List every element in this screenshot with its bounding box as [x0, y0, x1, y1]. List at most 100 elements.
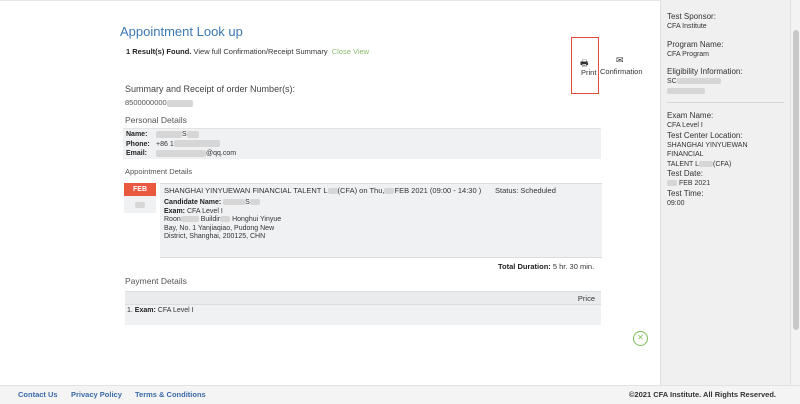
date-row: FEB 2021 — [667, 179, 784, 189]
scrollbar[interactable] — [790, 0, 800, 385]
contact-us-link[interactable]: Contact Us — [18, 390, 58, 399]
exam-row: Exam: CFA Level I — [164, 208, 598, 217]
eligibility-row: SC — [667, 77, 784, 87]
payment-table-header: Price — [125, 291, 601, 304]
close-circle-icon[interactable]: ✕ — [633, 331, 648, 346]
status-badge: Status: Scheduled — [495, 186, 556, 195]
payment-row-value: CFA Level I — [157, 307, 194, 314]
appointment-summary-strip: SHANGHAI YINYUEWAN FINANCIAL TALENT L (CF… — [160, 183, 602, 196]
sponsor-label: Test Sponsor: — [667, 12, 716, 21]
redacted-block — [223, 199, 246, 206]
date-value: FEB 2021 — [678, 180, 711, 187]
date-day — [124, 196, 156, 213]
date-badge: FEB — [124, 183, 156, 213]
address-1c: Honghui Yinyue — [232, 216, 282, 223]
footer: Contact Us Privacy Policy Terms & Condit… — [0, 385, 800, 404]
redacted-block — [166, 99, 193, 107]
email-label: Email: — [126, 150, 148, 157]
confirmation-button[interactable]: Confirmation — [600, 67, 643, 76]
exam-name-value: CFA Level I — [667, 122, 703, 129]
eligibility-extra — [667, 87, 784, 97]
candidate-label: Candidate Name: — [164, 199, 222, 206]
redacted-block — [180, 216, 199, 223]
payment-row-prefix: 1. — [127, 307, 133, 314]
redacted-block — [676, 78, 721, 85]
order-number: 8500000000 — [125, 98, 193, 107]
total-duration-value: 5 hr. 30 min. — [552, 262, 595, 271]
close-view-link[interactable]: Close View — [332, 47, 369, 56]
redacted-block — [249, 199, 260, 206]
address-line-2: Bay, No. 1 Yanjiaqiao, Pudong New — [164, 224, 275, 232]
address-1b: Buildir — [200, 216, 221, 223]
program-label: Program Name: — [667, 39, 724, 49]
privacy-policy-link[interactable]: Privacy Policy — [71, 390, 122, 399]
print-label: Print — [581, 68, 597, 77]
center-value-2a: TALENT L — [667, 160, 700, 168]
personal-details-box: Name: S Phone: +86 1 Email: @qq.com — [123, 128, 601, 159]
appointment-details-box: Candidate Name: S Exam: CFA Level I Roon… — [160, 196, 602, 258]
print-button[interactable]: 🖶 Print — [571, 37, 599, 94]
eligibility-label: Eligibility Information: — [667, 67, 743, 76]
email-value: @qq.com — [206, 150, 237, 157]
appointment-details-heading: Appointment Details — [125, 167, 193, 176]
redacted-block — [667, 180, 677, 187]
date-label: Test Date: — [667, 169, 704, 178]
exam-name-label: Exam Name: — [667, 111, 714, 120]
summary-heading: Summary and Receipt of order Number(s): — [125, 84, 296, 94]
redacted-block — [220, 216, 231, 223]
redacted-block — [156, 149, 206, 157]
center-value-2: TALENT L (CFA) — [667, 160, 784, 170]
redacted-block — [384, 188, 395, 195]
center-value-2b: (CFA) — [713, 160, 732, 168]
page-title: Appointment Look up — [120, 24, 243, 39]
appointment-summary-end: FEB 2021 (09:00 - 14:30 ) — [394, 186, 482, 195]
results-line: 1 Result(s) Found. View full Confirmatio… — [126, 47, 369, 56]
terms-link[interactable]: Terms & Conditions — [135, 390, 206, 399]
address-line-1: Roon Buildir Honghui Yinyue — [164, 216, 598, 225]
total-duration: Total Duration: 5 hr. 30 min. — [498, 262, 594, 271]
name-label: Name: — [126, 131, 148, 138]
email-row: Email: @qq.com — [126, 149, 598, 159]
redacted-block — [135, 201, 145, 208]
time-value: 09:00 — [667, 199, 685, 207]
candidate-row: Candidate Name: S — [164, 199, 598, 208]
address-1a: Roon — [164, 216, 181, 223]
phone-row: Phone: +86 1 — [126, 140, 598, 150]
redacted-block — [327, 188, 338, 195]
phone-label: Phone: — [126, 140, 150, 148]
phone-value: +86 1 — [156, 140, 174, 148]
address-line-3: District, Shanghai, 200125, CHN — [164, 233, 266, 240]
test-info-sidebar: Test Sponsor: CFA Institute Program Name… — [660, 0, 790, 385]
envelope-icon[interactable]: ✉ — [616, 55, 624, 66]
exam-value: CFA Level I — [186, 207, 223, 215]
center-label: Test Center Location: — [667, 130, 743, 140]
personal-details-heading: Personal Details — [125, 115, 187, 125]
sidebar-divider — [667, 102, 784, 103]
redacted-block — [156, 130, 182, 138]
date-month: FEB — [124, 183, 156, 196]
redacted-block — [699, 160, 714, 167]
appointment-summary-mid: (CFA) on Thu, — [337, 186, 385, 195]
scrollbar-thumb[interactable] — [793, 30, 799, 330]
name-value: S — [182, 131, 187, 138]
redacted-block — [667, 87, 705, 94]
payment-row-label: Exam: — [134, 307, 156, 314]
eligibility-value: SC — [667, 78, 677, 85]
view-summary-text: View full Confirmation/Receipt Summary — [193, 47, 328, 56]
payment-row: 1. Exam: CFA Level I — [125, 304, 601, 325]
program-value: CFA Program — [667, 50, 710, 58]
center-value-1: SHANGHAI YINYUEWAN FINANCIAL — [667, 141, 748, 159]
total-duration-label: Total Duration: — [498, 262, 551, 271]
name-row: Name: S — [126, 130, 598, 140]
results-count: 1 Result(s) Found. — [126, 47, 192, 56]
redacted-block — [186, 130, 199, 138]
appointment-summary: SHANGHAI YINYUEWAN FINANCIAL TALENT L — [164, 186, 328, 195]
time-label: Test Time: — [667, 188, 704, 198]
main-panel: Appointment Look up 1 Result(s) Found. V… — [100, 0, 660, 385]
order-number-value: 8500000000 — [125, 98, 167, 107]
copyright-text: ©2021 CFA Institute. All Rights Reserved… — [628, 390, 776, 399]
redacted-block — [173, 140, 220, 148]
sponsor-value: CFA Institute — [667, 23, 707, 30]
exam-label: Exam: — [164, 207, 186, 215]
price-column-header: Price — [577, 294, 595, 303]
